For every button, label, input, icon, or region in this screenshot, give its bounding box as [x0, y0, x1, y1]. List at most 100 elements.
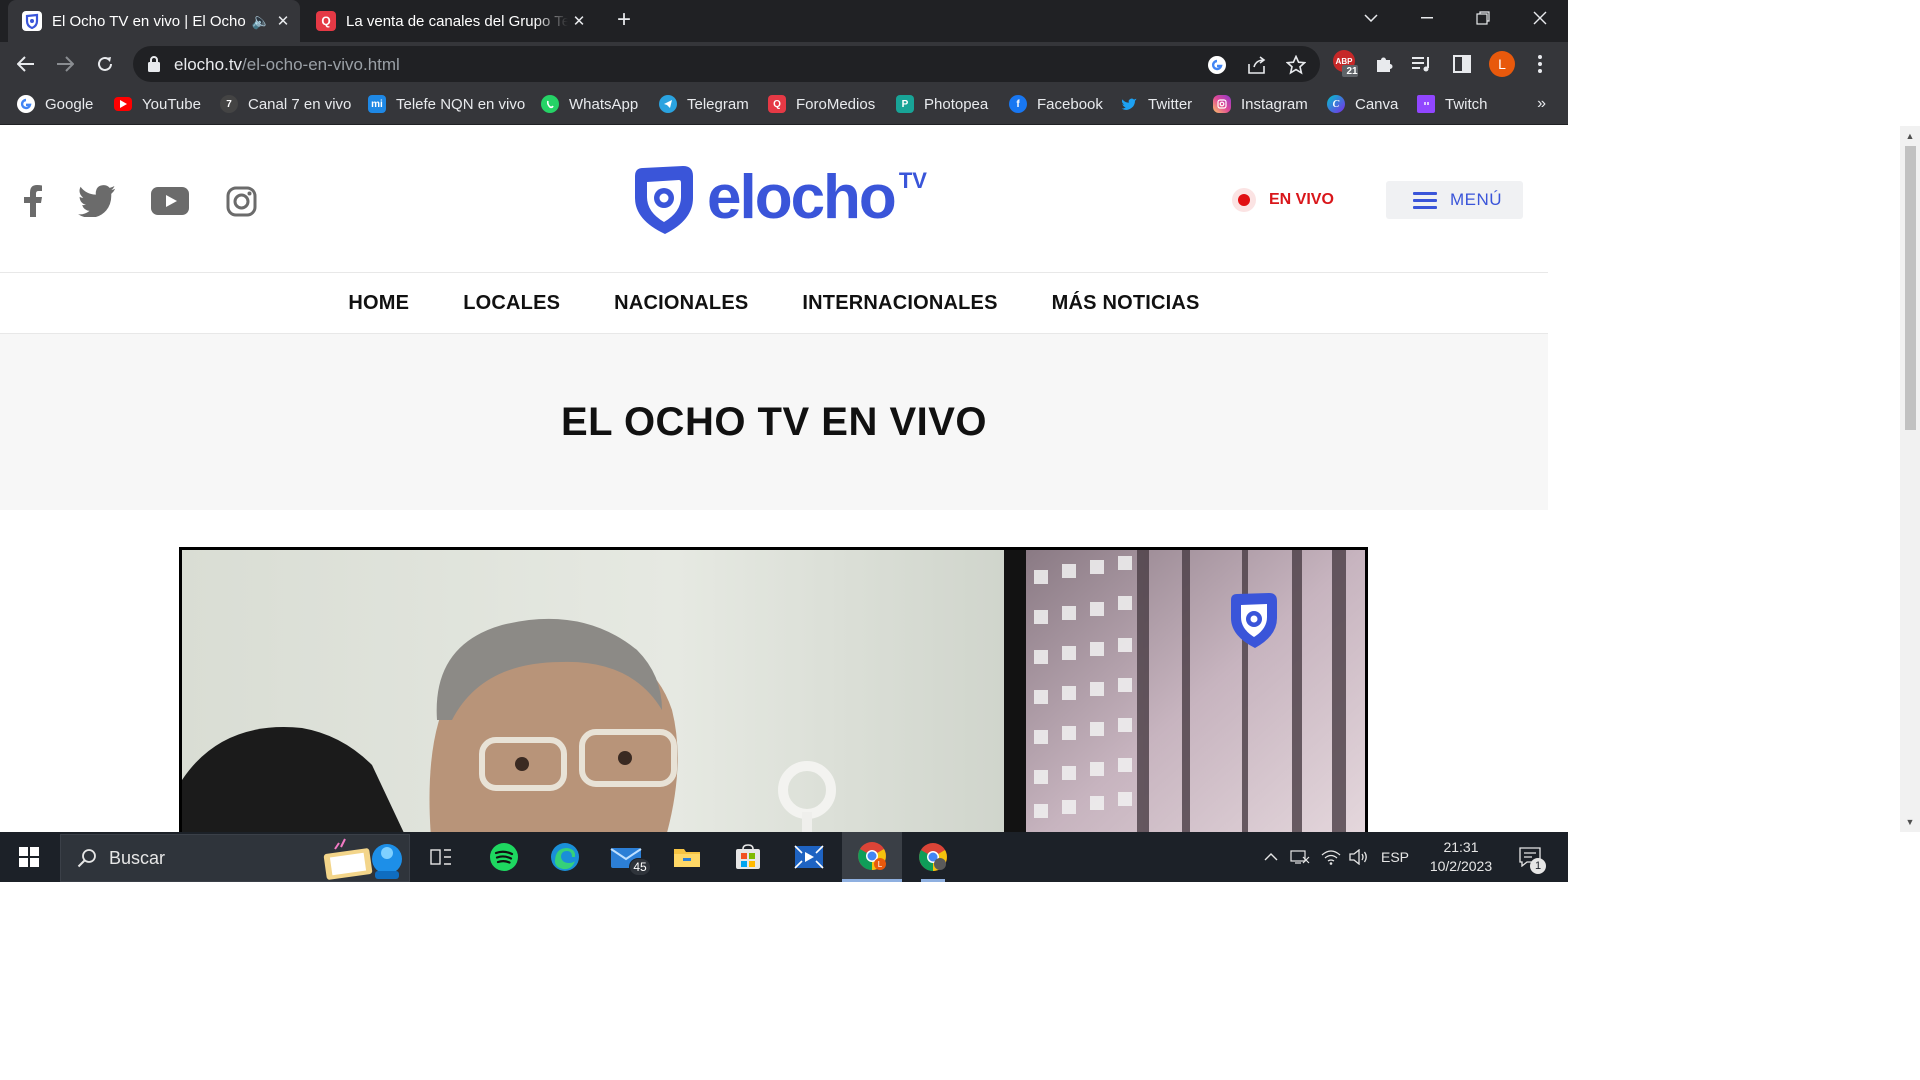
volume-icon[interactable]: [1346, 832, 1372, 882]
telegram-icon: [659, 95, 677, 113]
page-scrollbar[interactable]: ▲ ▼: [1900, 126, 1920, 832]
elocho-shield-icon: [635, 166, 693, 234]
notification-badge: 1: [1530, 858, 1546, 874]
file-explorer-icon[interactable]: [659, 832, 715, 882]
video-editor-icon[interactable]: [781, 832, 837, 882]
lock-icon[interactable]: [147, 55, 161, 73]
new-tab-button[interactable]: +: [610, 6, 638, 34]
chrome-profile-icon[interactable]: L: [842, 832, 902, 882]
bookmark-whatsapp[interactable]: WhatsApp: [541, 93, 638, 115]
page-title-band: EL OCHO TV EN VIVO: [0, 334, 1548, 510]
back-button[interactable]: [10, 48, 42, 80]
share-icon[interactable]: [1245, 53, 1269, 77]
tab-el-ocho[interactable]: El Ocho TV en vivo | El Ocho 🔈 ✕: [8, 0, 300, 42]
start-button[interactable]: [0, 832, 58, 882]
browser-menu-icon[interactable]: [1527, 51, 1553, 77]
logo-tv-superscript: TV: [898, 168, 927, 193]
nav-internacionales[interactable]: INTERNACIONALES: [802, 292, 997, 315]
bookmark-foromedios[interactable]: Q ForoMedios: [768, 93, 875, 115]
telefe-icon: mi: [368, 95, 386, 113]
bookmark-star-icon[interactable]: [1284, 53, 1308, 77]
search-icon: [77, 849, 96, 868]
youtube-icon[interactable]: [151, 181, 189, 221]
svg-text:ABP: ABP: [1336, 57, 1354, 66]
windows-taskbar: Buscar 45 L ESP 21:31 10/2/2023 1: [0, 832, 1568, 882]
live-video-player[interactable]: [179, 547, 1368, 832]
nav-nacionales[interactable]: NACIONALES: [614, 292, 748, 315]
side-panel-icon[interactable]: [1449, 51, 1475, 77]
facebook-icon: f: [1009, 95, 1027, 113]
menu-label: MENÚ: [1450, 190, 1503, 209]
adblock-extension-icon[interactable]: ABP 21: [1332, 50, 1358, 77]
reload-button[interactable]: [89, 48, 121, 80]
clock-time: 21:31: [1443, 839, 1479, 855]
scroll-down-icon[interactable]: ▼: [1900, 814, 1920, 830]
nav-home[interactable]: HOME: [348, 292, 409, 315]
language-indicator[interactable]: ESP: [1376, 832, 1414, 882]
mail-icon[interactable]: 45: [598, 832, 654, 882]
extensions-puzzle-icon[interactable]: [1371, 51, 1397, 77]
scroll-thumb[interactable]: [1905, 146, 1916, 430]
tab-close-icon[interactable]: ✕: [272, 12, 294, 30]
bookmark-google[interactable]: Google: [17, 93, 93, 115]
more-bookmarks-icon[interactable]: »: [1537, 95, 1546, 113]
foromedios-icon: Q: [768, 95, 786, 113]
show-hidden-icons-icon[interactable]: [1258, 832, 1284, 882]
bookmark-instagram[interactable]: Instagram: [1213, 93, 1308, 115]
scroll-up-icon[interactable]: ▲: [1900, 128, 1920, 144]
edge-icon[interactable]: [537, 832, 593, 882]
google-lens-icon[interactable]: [1205, 53, 1229, 77]
forward-button[interactable]: [49, 48, 81, 80]
network-disconnected-icon[interactable]: [1286, 832, 1314, 882]
web-page: elocho TV EN VIVO MENÚ HOME LOCALES NACI…: [0, 126, 1548, 832]
bookmark-telegram[interactable]: Telegram: [659, 93, 749, 115]
wifi-icon[interactable]: [1318, 832, 1344, 882]
facebook-icon[interactable]: [18, 181, 48, 221]
live-link[interactable]: EN VIVO: [1232, 188, 1334, 212]
bookmark-facebook[interactable]: f Facebook: [1009, 93, 1103, 115]
site-logo[interactable]: elocho TV: [627, 162, 927, 236]
address-bar[interactable]: elocho.tv/el-ocho-en-vivo.html: [133, 46, 1320, 82]
instagram-icon: [1213, 95, 1231, 113]
minimize-button[interactable]: [1399, 0, 1455, 36]
notification-center-icon[interactable]: 1: [1512, 832, 1548, 882]
restore-button[interactable]: [1455, 0, 1511, 36]
media-control-icon[interactable]: [1409, 51, 1435, 77]
windows-icon: [19, 847, 39, 867]
microsoft-store-icon[interactable]: [720, 832, 776, 882]
bookmark-photopea[interactable]: P Photopea: [896, 93, 988, 115]
close-window-button[interactable]: [1512, 0, 1568, 36]
logo-wordmark: elocho: [707, 162, 897, 232]
extension-badge: 21: [1346, 66, 1358, 77]
hamburger-icon: [1413, 188, 1437, 213]
task-view-icon[interactable]: [413, 832, 469, 882]
elocho-favicon-icon: [22, 11, 42, 31]
twitter-icon[interactable]: [76, 181, 118, 221]
bookmark-telefe[interactable]: mi Telefe NQN en vivo: [368, 93, 525, 115]
tab-audio-icon[interactable]: 🔈: [250, 12, 272, 30]
bookmark-twitch[interactable]: Twitch: [1417, 93, 1488, 115]
spotify-icon[interactable]: [476, 832, 532, 882]
bookmark-youtube[interactable]: YouTube: [114, 93, 201, 115]
menu-button[interactable]: MENÚ: [1386, 181, 1523, 219]
instagram-icon[interactable]: [224, 181, 258, 221]
svg-text:L: L: [878, 860, 883, 869]
bookmark-canva[interactable]: C Canva: [1327, 93, 1398, 115]
nav-locales[interactable]: LOCALES: [463, 292, 560, 315]
taskbar-clock[interactable]: 21:31 10/2/2023: [1420, 838, 1502, 876]
tab-search-icon[interactable]: [1343, 0, 1399, 36]
taskbar-search[interactable]: Buscar: [60, 834, 410, 882]
whatsapp-icon: [541, 95, 559, 113]
tab-title: La venta de canales del Grupo Te: [346, 12, 568, 30]
tab-grupo[interactable]: Q La venta de canales del Grupo Te ✕: [302, 0, 596, 42]
nav-mas-noticias[interactable]: MÁS NOTICIAS: [1052, 292, 1200, 315]
live-label: EN VIVO: [1269, 191, 1334, 208]
chrome-icon[interactable]: [905, 832, 961, 882]
twitch-icon: [1417, 95, 1435, 113]
profile-avatar[interactable]: L: [1489, 51, 1515, 77]
search-highlight-illustration-icon: [323, 838, 402, 880]
bookmark-canal7[interactable]: 7 Canal 7 en vivo: [220, 93, 351, 115]
canal7-icon: 7: [220, 95, 238, 113]
bookmark-twitter[interactable]: Twitter: [1120, 93, 1192, 115]
tab-close-icon[interactable]: ✕: [568, 12, 590, 30]
